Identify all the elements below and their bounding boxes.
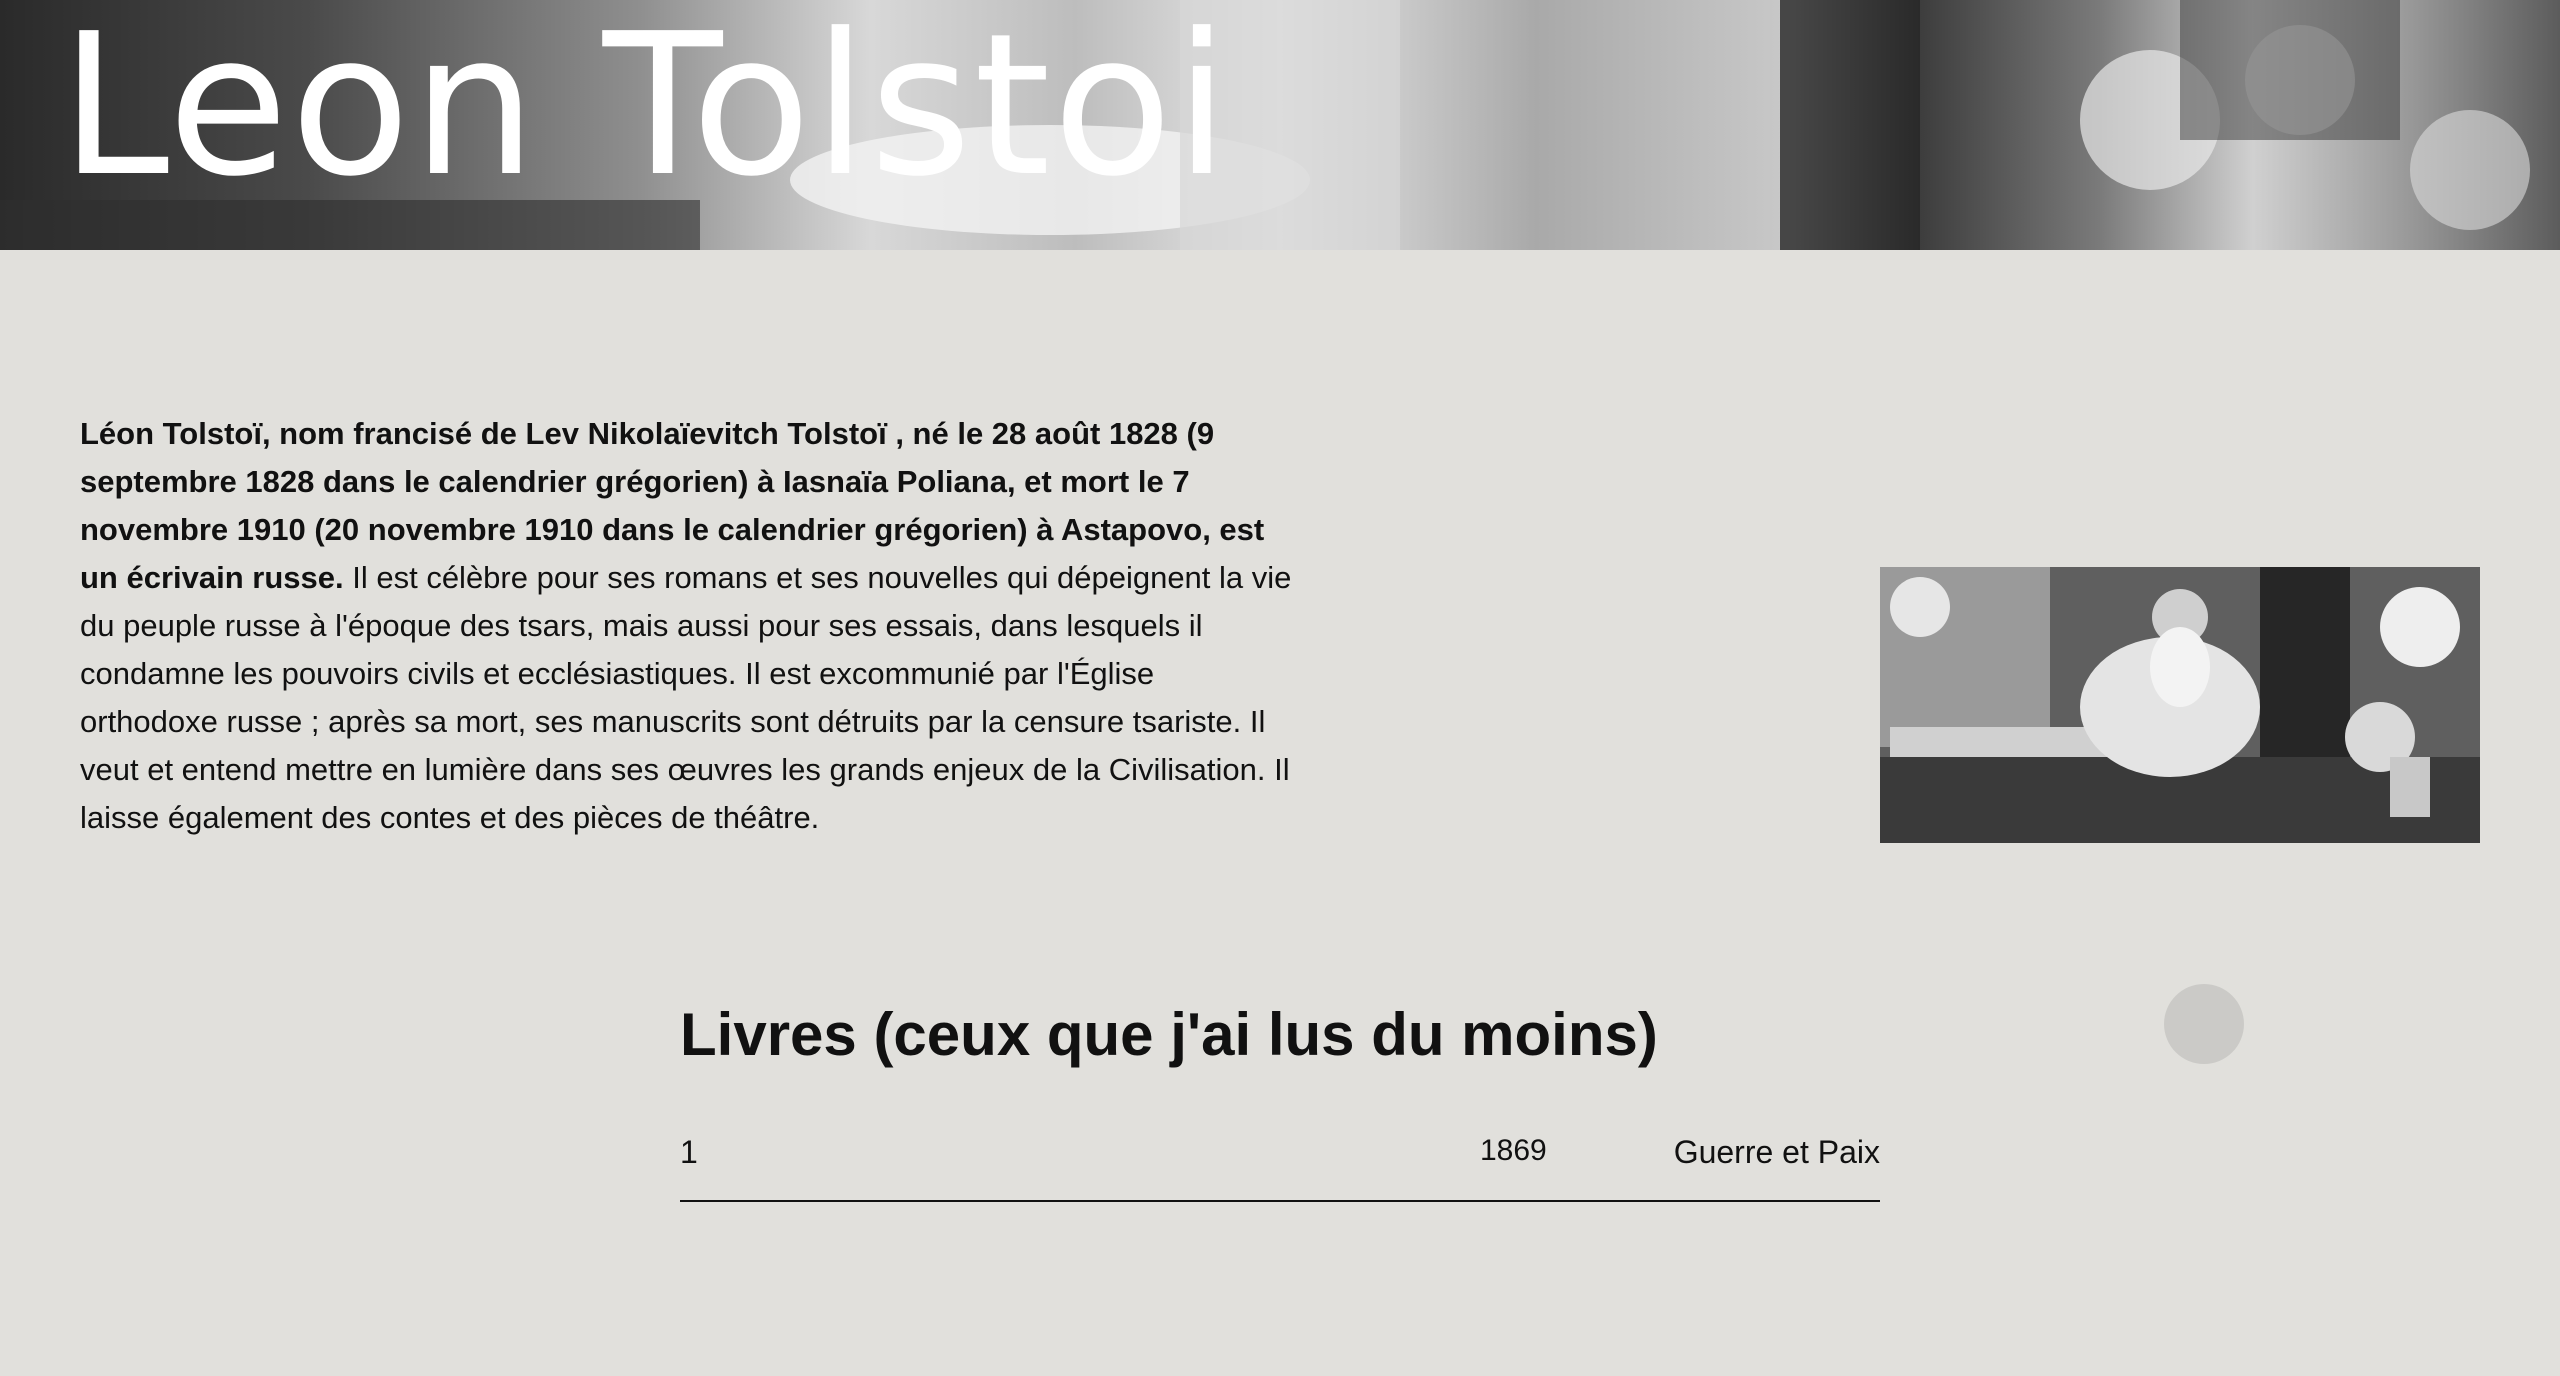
portrait-photo bbox=[1880, 567, 2480, 843]
books-heading: Livres (ceux que j'ai lus du moins) bbox=[680, 1001, 1658, 1068]
list-item: 1 1869 Guerre et Paix bbox=[680, 1110, 1880, 1202]
scroll-indicator[interactable] bbox=[2164, 984, 2244, 1064]
book-year: 1869 bbox=[1480, 1134, 1547, 1167]
biography-body: Il est célèbre pour ses romans et ses no… bbox=[80, 560, 1292, 835]
page-title: Leon Tolstoi bbox=[60, 0, 1231, 220]
book-index: 1 bbox=[680, 1134, 698, 1170]
books-section: Livres (ceux que j'ai lus du moins) 1 18… bbox=[680, 990, 1880, 1202]
tolstoy-portrait-image bbox=[1880, 567, 2480, 843]
hero-banner: Leon Tolstoi bbox=[0, 0, 2560, 250]
biography-text: Léon Tolstoï, nom francisé de Lev Nikola… bbox=[80, 410, 1300, 842]
book-title: Guerre et Paix bbox=[1673, 1134, 1880, 1170]
